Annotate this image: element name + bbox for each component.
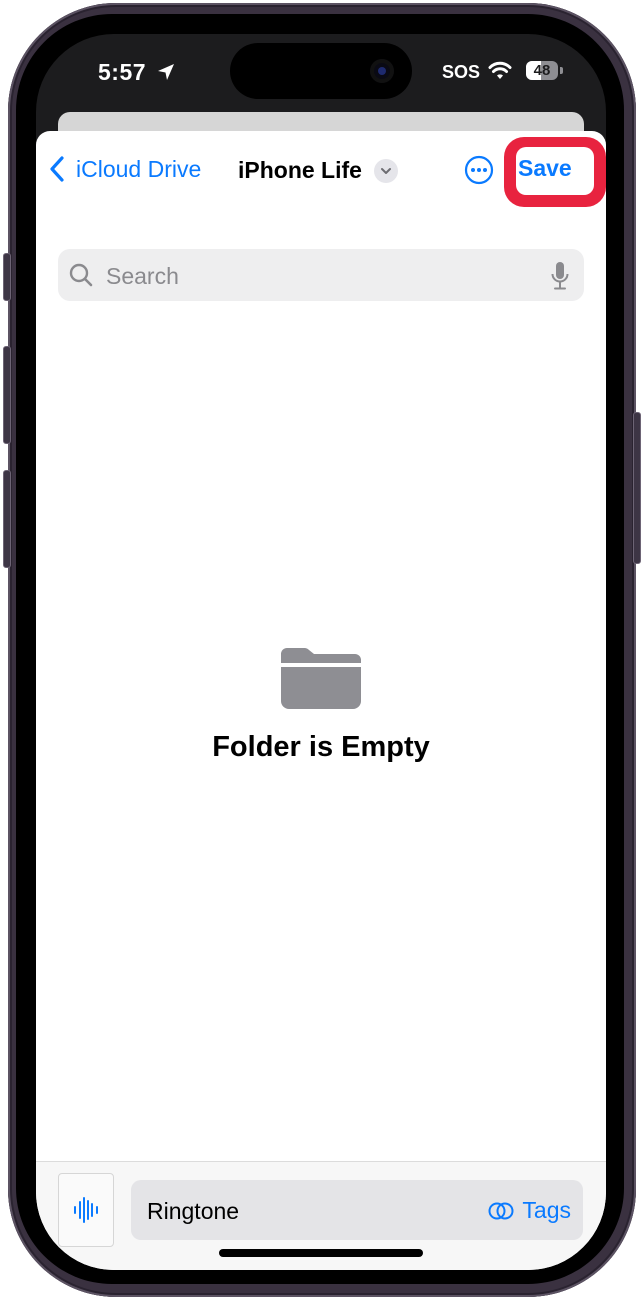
battery-indicator: 48 bbox=[526, 61, 558, 80]
search-input[interactable] bbox=[104, 249, 528, 303]
tags-circles-icon bbox=[488, 1202, 514, 1219]
battery-tip bbox=[560, 67, 563, 74]
back-button-label: iCloud Drive bbox=[76, 155, 202, 182]
tags-button[interactable]: Tags bbox=[488, 1197, 571, 1224]
navigation-bar: iCloud Drive iPhone Life Save bbox=[36, 131, 606, 209]
location-arrow-icon bbox=[158, 64, 174, 80]
tags-label: Tags bbox=[522, 1197, 571, 1223]
empty-folder-label: Folder is Empty bbox=[212, 731, 430, 763]
filename-input[interactable] bbox=[145, 1180, 449, 1242]
magnifying-glass-icon bbox=[69, 263, 93, 287]
status-time: 5:57 bbox=[98, 59, 147, 85]
folder-icon bbox=[281, 648, 361, 709]
chevron-left-icon bbox=[50, 156, 64, 182]
search-bar[interactable] bbox=[58, 249, 584, 303]
volume-down-button bbox=[3, 470, 11, 568]
empty-state: Folder is Empty bbox=[36, 646, 606, 764]
home-indicator[interactable] bbox=[219, 1249, 423, 1257]
microphone-icon[interactable] bbox=[550, 261, 570, 291]
file-thumbnail bbox=[58, 1173, 114, 1247]
sos-indicator: SOS bbox=[442, 62, 481, 82]
ellipsis-circle-icon[interactable] bbox=[464, 155, 494, 185]
folder-title: iPhone Life bbox=[238, 157, 362, 183]
power-button bbox=[633, 412, 641, 564]
back-button[interactable]: iCloud Drive bbox=[48, 155, 201, 183]
action-button bbox=[3, 253, 11, 301]
save-dialog-sheet: iCloud Drive iPhone Life Save Search Fol… bbox=[36, 131, 606, 1270]
save-button[interactable]: Save bbox=[518, 155, 572, 182]
filename-field[interactable]: Tags bbox=[131, 1180, 583, 1242]
battery-percent: 48 bbox=[533, 62, 551, 79]
camera-icon bbox=[370, 59, 394, 83]
chevron-down-icon bbox=[373, 158, 398, 183]
wifi-icon bbox=[488, 61, 512, 79]
status-bar: 5:57 SOS 48 bbox=[36, 34, 606, 114]
screen: 5:57 SOS 48 iCloud Drive iPhone Life Sav… bbox=[36, 34, 606, 1270]
audio-waveform-icon bbox=[74, 1197, 98, 1223]
volume-up-button bbox=[3, 346, 11, 444]
folder-title-menu[interactable]: iPhone Life bbox=[238, 157, 398, 184]
dynamic-island bbox=[230, 43, 412, 99]
